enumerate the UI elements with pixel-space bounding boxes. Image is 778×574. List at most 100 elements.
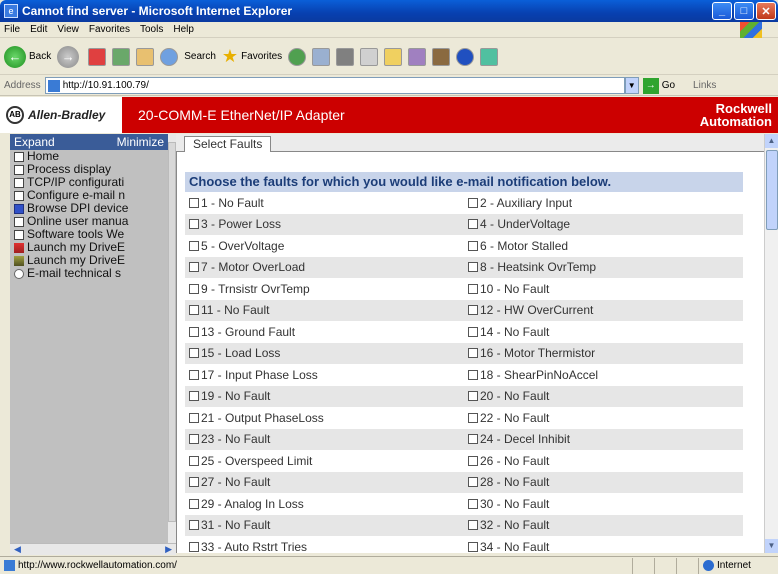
sidebar-horizontal-scrollbar[interactable]: ◀ ▶ xyxy=(10,543,176,555)
fault-option[interactable]: 6 - Motor Stalled xyxy=(464,239,743,253)
fault-option[interactable]: 30 - No Fault xyxy=(464,497,743,511)
fault-checkbox[interactable] xyxy=(189,412,199,423)
edit-icon[interactable] xyxy=(360,47,379,66)
fault-checkbox[interactable] xyxy=(189,391,199,402)
fault-option[interactable]: 4 - UnderVoltage xyxy=(464,217,743,231)
fault-checkbox[interactable] xyxy=(189,477,199,488)
fault-option[interactable]: 19 - No Fault xyxy=(185,389,464,403)
fault-checkbox[interactable] xyxy=(189,219,199,230)
fault-option[interactable]: 24 - Decel Inhibit xyxy=(464,432,743,446)
fault-option[interactable]: 23 - No Fault xyxy=(185,432,464,446)
fault-option[interactable]: 33 - Auto Rstrt Tries xyxy=(185,540,464,553)
fault-option[interactable]: 1 - No Fault xyxy=(185,196,464,210)
fault-checkbox[interactable] xyxy=(468,391,478,402)
fault-checkbox[interactable] xyxy=(468,412,478,423)
fault-option[interactable]: 12 - HW OverCurrent xyxy=(464,303,743,317)
fault-option[interactable]: 25 - Overspeed Limit xyxy=(185,454,464,468)
fault-checkbox[interactable] xyxy=(468,305,478,316)
folder-icon[interactable] xyxy=(384,47,403,66)
fault-option[interactable]: 2 - Auxiliary Input xyxy=(464,196,743,210)
fault-option[interactable]: 3 - Power Loss xyxy=(185,217,464,231)
fault-checkbox[interactable] xyxy=(468,262,478,273)
fault-checkbox[interactable] xyxy=(189,283,199,294)
tab-select-faults[interactable]: Select Faults xyxy=(184,136,272,152)
home-icon[interactable] xyxy=(136,47,155,66)
fault-option[interactable]: 34 - No Fault xyxy=(464,540,743,553)
fault-checkbox[interactable] xyxy=(189,197,199,208)
fault-checkbox[interactable] xyxy=(468,477,478,488)
fault-option[interactable]: 9 - Trnsistr OvrTemp xyxy=(185,282,464,296)
mail-icon[interactable] xyxy=(312,47,331,66)
fault-option[interactable]: 7 - Motor OverLoad xyxy=(185,260,464,274)
fault-checkbox[interactable] xyxy=(468,498,478,509)
scroll-down-icon[interactable]: ▼ xyxy=(765,539,778,553)
sidebar-scroll-thumb[interactable] xyxy=(168,142,176,522)
scroll-right-icon[interactable]: ▶ xyxy=(165,544,172,555)
sidebar-item-email-support[interactable]: E-mail technical s xyxy=(14,267,168,280)
fault-option[interactable]: 31 - No Fault xyxy=(185,518,464,532)
fault-option[interactable]: 16 - Motor Thermistor xyxy=(464,346,743,360)
stop-icon[interactable] xyxy=(88,47,107,66)
fault-option[interactable]: 32 - No Fault xyxy=(464,518,743,532)
sidebar-scrollbar[interactable] xyxy=(168,134,176,550)
go-button[interactable]: → Go xyxy=(642,77,675,94)
fault-checkbox[interactable] xyxy=(468,219,478,230)
menu-edit[interactable]: Edit xyxy=(30,24,47,35)
fault-option[interactable]: 29 - Analog In Loss xyxy=(185,497,464,511)
expand-link[interactable]: Expand xyxy=(14,135,55,149)
bluetooth-icon[interactable] xyxy=(456,47,475,66)
refresh-icon[interactable] xyxy=(112,47,131,66)
fault-option[interactable]: 22 - No Fault xyxy=(464,411,743,425)
maximize-button[interactable]: □ xyxy=(734,2,754,20)
favorites-button[interactable]: ★ Favorites xyxy=(222,46,282,67)
address-dropdown-button[interactable]: ▼ xyxy=(624,77,639,94)
fault-checkbox[interactable] xyxy=(189,262,199,273)
menu-help[interactable]: Help xyxy=(173,24,194,35)
fault-checkbox[interactable] xyxy=(189,541,199,552)
fault-checkbox[interactable] xyxy=(189,348,199,359)
back-button[interactable]: ← Back xyxy=(4,45,51,68)
fault-option[interactable]: 26 - No Fault xyxy=(464,454,743,468)
fault-checkbox[interactable] xyxy=(189,434,199,445)
fault-checkbox[interactable] xyxy=(468,541,478,552)
menu-favorites[interactable]: Favorites xyxy=(89,24,130,35)
address-input[interactable]: http://10.91.100.79/ xyxy=(44,77,625,94)
fault-option[interactable]: 21 - Output PhaseLoss xyxy=(185,411,464,425)
fault-checkbox[interactable] xyxy=(189,369,199,380)
fault-option[interactable]: 27 - No Fault xyxy=(185,475,464,489)
links-button[interactable]: Links xyxy=(693,80,716,91)
menu-tools[interactable]: Tools xyxy=(140,24,163,35)
fault-checkbox[interactable] xyxy=(189,240,199,251)
fault-option[interactable]: 20 - No Fault xyxy=(464,389,743,403)
fault-option[interactable]: 15 - Load Loss xyxy=(185,346,464,360)
fault-option[interactable]: 11 - No Fault xyxy=(185,303,464,317)
fault-option[interactable]: 18 - ShearPinNoAccel xyxy=(464,368,743,382)
fault-option[interactable]: 28 - No Fault xyxy=(464,475,743,489)
messenger-icon[interactable] xyxy=(408,47,427,66)
forward-button[interactable]: → xyxy=(57,45,82,68)
tools-icon[interactable] xyxy=(480,47,499,66)
fault-checkbox[interactable] xyxy=(468,348,478,359)
research-icon[interactable] xyxy=(432,47,451,66)
fault-checkbox[interactable] xyxy=(189,326,199,337)
print-icon[interactable] xyxy=(336,47,355,66)
fault-checkbox[interactable] xyxy=(468,283,478,294)
fault-option[interactable]: 14 - No Fault xyxy=(464,325,743,339)
history-icon[interactable] xyxy=(288,47,307,66)
minimize-button[interactable]: _ xyxy=(712,2,732,20)
fault-checkbox[interactable] xyxy=(468,455,478,466)
fault-checkbox[interactable] xyxy=(189,455,199,466)
fault-option[interactable]: 8 - Heatsink OvrTemp xyxy=(464,260,743,274)
fault-checkbox[interactable] xyxy=(468,240,478,251)
scroll-up-icon[interactable]: ▲ xyxy=(765,134,778,148)
fault-checkbox[interactable] xyxy=(189,498,199,509)
close-button[interactable]: ✕ xyxy=(756,2,776,20)
fault-option[interactable]: 13 - Ground Fault xyxy=(185,325,464,339)
fault-checkbox[interactable] xyxy=(468,369,478,380)
menu-file[interactable]: File xyxy=(4,24,20,35)
fault-checkbox[interactable] xyxy=(468,326,478,337)
fault-checkbox[interactable] xyxy=(189,305,199,316)
search-button[interactable]: Search xyxy=(160,47,216,66)
scroll-left-icon[interactable]: ◀ xyxy=(14,544,21,555)
menu-view[interactable]: View xyxy=(57,24,79,35)
